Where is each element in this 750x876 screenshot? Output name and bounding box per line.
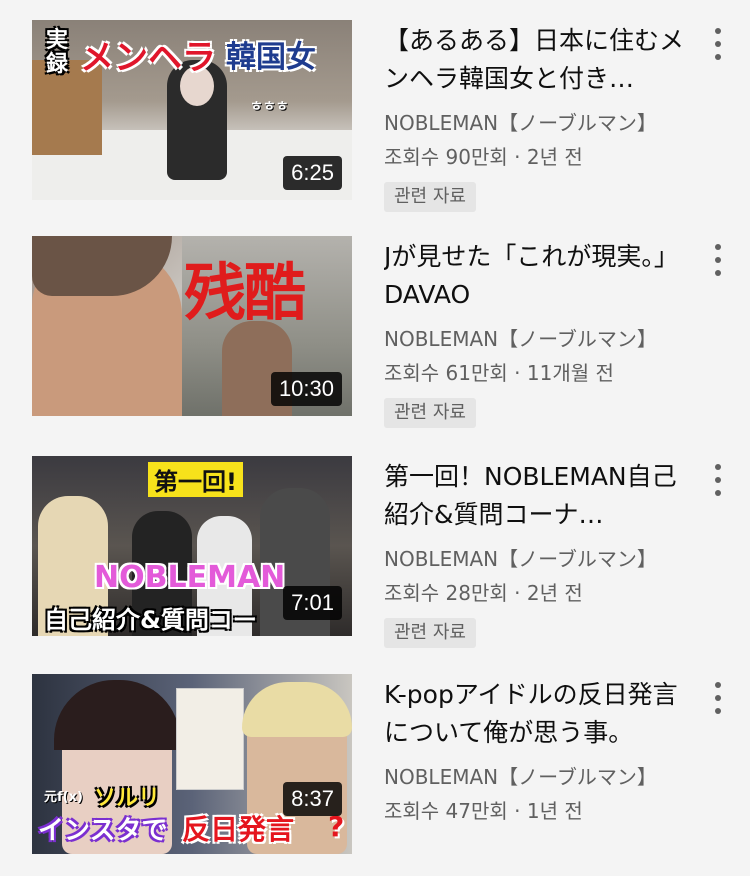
related-badge: 관련 자료 — [384, 618, 476, 648]
thumb-text-daiikkai: 第一回! — [148, 462, 243, 497]
thumb-text-hhh: ㅎㅎㅎ — [250, 99, 289, 115]
more-options-icon[interactable] — [706, 26, 730, 62]
video-title[interactable]: 第一回！NOBLEMAN自己紹介&質問コーナ… — [384, 458, 684, 534]
video-info[interactable]: 第一回！NOBLEMAN自己紹介&質問コーナ… NOBLEMAN【ノーブルマン】… — [384, 456, 684, 648]
thumb-text-menhera: メンヘラ — [80, 38, 216, 78]
video-thumbnail[interactable]: 第一回! NOBLEMAN 自己紹介&質問コー 7:01 — [32, 456, 352, 636]
video-title[interactable]: 【あるある】日本に住むメンヘラ韓国女と付き… — [384, 22, 684, 98]
channel-name: NOBLEMAN【ノーブルマン】 — [384, 765, 657, 789]
channel-name: NOBLEMAN【ノーブルマン】 — [384, 327, 657, 351]
video-thumbnail[interactable]: 実録 メンヘラ 韓国女 ㅎㅎㅎ 6:25 — [32, 20, 352, 200]
video-item[interactable]: 残酷 10:30 Jが見せた「これが現実。」DAVAO NOBLEMAN【ノーブ… — [0, 236, 750, 436]
video-info[interactable]: 【あるある】日本に住むメンヘラ韓国女と付き… NOBLEMAN【ノーブルマン】 … — [384, 20, 684, 212]
thumb-hair-woman — [54, 680, 180, 750]
related-badge: 관련 자료 — [384, 398, 476, 428]
video-meta: 조회수 47만회 · 1년 전 — [384, 799, 583, 823]
video-duration: 6:25 — [283, 156, 342, 190]
thumb-text-hannichi: 反日発言 — [182, 813, 295, 846]
thumb-text-sulli: ソルリ — [94, 786, 161, 811]
video-item[interactable]: 実録 メンヘラ 韓国女 ㅎㅎㅎ 6:25 【あるある】日本に住むメンヘラ韓国女と… — [0, 20, 750, 220]
thumb-text-insta: インスタで — [38, 816, 168, 846]
video-title[interactable]: Jが見せた「これが現実。」DAVAO — [384, 238, 684, 314]
video-thumbnail[interactable]: 元f(x) ソルリ インスタで 反日発言 ? 8:37 — [32, 674, 352, 854]
thumb-hair-man — [242, 682, 352, 737]
video-duration: 10:30 — [270, 372, 342, 406]
thumb-text-zankoku: 残酷 — [184, 256, 306, 329]
video-item[interactable]: 第一回! NOBLEMAN 自己紹介&質問コー 7:01 第一回！NOBLEMA… — [0, 456, 750, 656]
video-duration: 7:01 — [283, 586, 342, 620]
thumb-text-kankokuonna: 韓国女 — [226, 40, 316, 75]
thumb-instagram-card — [176, 688, 244, 790]
video-info[interactable]: Jが見せた「これが現実。」DAVAO NOBLEMAN【ノーブルマン】 조회수 … — [384, 236, 684, 428]
more-options-icon[interactable] — [706, 680, 730, 716]
video-meta: 조회수 28만회 · 2년 전 — [384, 581, 583, 605]
video-meta: 조회수 90만회 · 2년 전 — [384, 145, 583, 169]
video-info[interactable]: K-popアイドルの反日発言について俺が思う事。 NOBLEMAN【ノーブルマン… — [384, 674, 684, 828]
video-list: 実録 メンヘラ 韓国女 ㅎㅎㅎ 6:25 【あるある】日本に住むメンヘラ韓国女と… — [0, 0, 750, 876]
more-options-icon[interactable] — [706, 242, 730, 278]
related-badge: 관련 자료 — [384, 182, 476, 212]
thumb-text-nobleman: NOBLEMAN — [94, 560, 286, 595]
thumb-text-jikoshokai: 自己紹介&質問コー — [44, 606, 257, 634]
video-thumbnail[interactable]: 残酷 10:30 — [32, 236, 352, 416]
video-duration: 8:37 — [283, 782, 342, 816]
video-meta: 조회수 61만회 · 11개월 전 — [384, 361, 614, 385]
video-title[interactable]: K-popアイドルの反日発言について俺が思う事。 — [384, 676, 684, 752]
thumb-text-fx: 元f(x) — [44, 790, 83, 805]
more-options-icon[interactable] — [706, 462, 730, 498]
channel-name: NOBLEMAN【ノーブルマン】 — [384, 547, 657, 571]
video-item[interactable]: 元f(x) ソルリ インスタで 反日発言 ? 8:37 K-popアイドルの反日… — [0, 674, 750, 874]
channel-name: NOBLEMAN【ノーブルマン】 — [384, 111, 657, 135]
thumb-text-jitsuroku: 実録 — [46, 27, 69, 77]
